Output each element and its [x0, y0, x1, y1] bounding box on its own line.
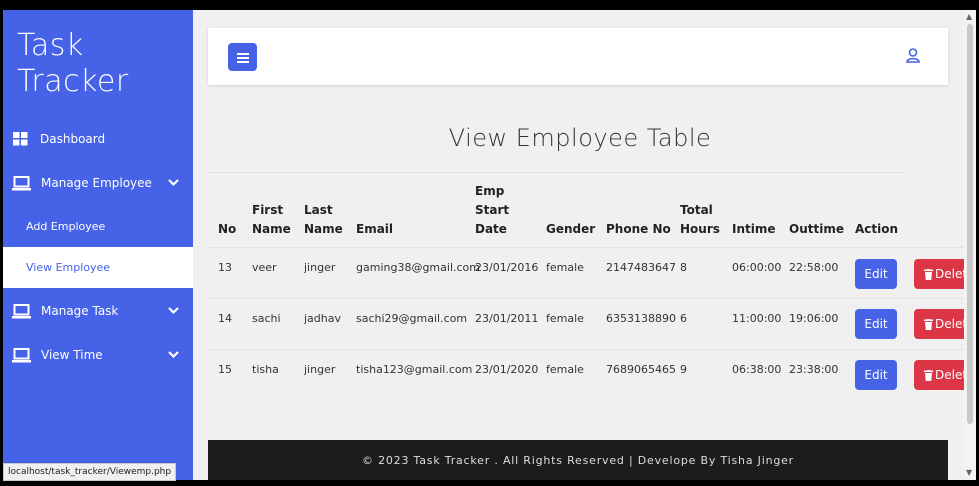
col-no-header: No: [218, 222, 237, 236]
cell-first-name: veer: [252, 261, 277, 274]
cell-intime: 11:00:00: [732, 312, 782, 325]
chevron-down-icon: [168, 177, 179, 190]
cell-outtime: 23:38:00: [789, 363, 839, 376]
cell-outtime: 22:58:00: [789, 261, 839, 274]
cell-phone: 6353138890: [606, 312, 676, 325]
trash-icon: [924, 318, 933, 330]
laptop-icon: [12, 175, 31, 190]
browser-viewport: Task Tracker Dashboard Manage Employee A…: [3, 10, 967, 480]
chevron-down-icon: [168, 349, 179, 362]
delete-button[interactable]: Delet: [914, 259, 967, 289]
row-divider: [208, 298, 967, 299]
status-bar-url: localhost/task_tracker/Viewemp.php: [3, 463, 177, 481]
cell-total-hours: 9: [680, 363, 687, 376]
cell-gender: female: [546, 363, 584, 376]
page-title: View Employee Table: [448, 124, 712, 152]
cell-last-name: jinger: [304, 363, 336, 376]
col-outtime-header: Outtime: [789, 222, 844, 236]
cell-first-name: tisha: [252, 363, 279, 376]
cell-outtime: 19:06:00: [789, 312, 839, 325]
sidebar-subitem-view-employee[interactable]: View Employee: [3, 247, 193, 288]
col-emp-start-date-header-line3: Date: [475, 222, 507, 236]
col-first-name-header-line2: Name: [252, 222, 291, 236]
cell-no: 14: [218, 312, 232, 325]
sidebar-item-label: View Time: [41, 348, 103, 362]
cell-email: gaming38@gmail.com: [356, 261, 480, 274]
chevron-down-icon: [168, 305, 179, 318]
cell-gender: female: [546, 312, 584, 325]
row-divider: [208, 349, 967, 350]
laptop-icon: [12, 347, 31, 362]
sidebar-item-label: Manage Task: [41, 304, 119, 318]
vertical-scrollbar[interactable]: ▲ ▼: [964, 10, 976, 480]
col-email-header: Email: [356, 222, 394, 236]
col-last-name-header-line1: Last: [304, 203, 333, 217]
delete-button[interactable]: Delet: [914, 360, 967, 390]
cell-no: 15: [218, 363, 232, 376]
brand-line-1: Task: [17, 28, 84, 63]
sidebar-item-label: Dashboard: [40, 132, 106, 146]
cell-intime: 06:38:00: [732, 363, 782, 376]
cell-last-name: jadhav: [304, 312, 342, 325]
col-intime-header: Intime: [732, 222, 776, 236]
scroll-down-arrow-icon[interactable]: ▼: [966, 468, 972, 477]
cell-total-hours: 8: [680, 261, 687, 274]
brand-logo[interactable]: Task Tracker: [17, 28, 129, 100]
sidebar-item-manage-employee[interactable]: Manage Employee: [3, 173, 193, 193]
user-icon[interactable]: [906, 48, 920, 67]
footer: © 2023 Task Tracker . All Rights Reserve…: [208, 440, 948, 480]
delete-button[interactable]: Delet: [914, 309, 967, 339]
hamburger-icon: [236, 48, 249, 67]
trash-icon: [924, 369, 933, 381]
col-first-name-header-line1: First: [252, 203, 284, 217]
sidebar: Task Tracker Dashboard Manage Employee A…: [3, 10, 193, 480]
main-content: View Employee Table No First Name Last N…: [193, 10, 967, 480]
divider: [208, 172, 905, 173]
cell-gender: female: [546, 261, 584, 274]
edit-button[interactable]: Edit: [855, 309, 897, 339]
grid-icon: [12, 132, 28, 146]
col-gender-header: Gender: [546, 222, 596, 236]
col-phone-header: Phone No: [606, 222, 671, 236]
sidebar-item-label: Manage Employee: [41, 176, 152, 190]
cell-last-name: jinger: [304, 261, 336, 274]
sidebar-item-view-time[interactable]: View Time: [3, 345, 193, 365]
col-action-header: Action: [855, 222, 899, 236]
cell-phone: 2147483647: [606, 261, 676, 274]
top-navbar: [208, 28, 948, 85]
sidebar-subitem-label: View Employee: [26, 261, 111, 274]
delete-label: Delet: [935, 368, 967, 382]
brand-line-2: Tracker: [17, 64, 129, 99]
sidebar-subitem-add-employee[interactable]: Add Employee: [3, 216, 193, 236]
cell-start-date: 23/01/2020: [475, 363, 539, 376]
cell-intime: 06:00:00: [732, 261, 782, 274]
delete-label: Delet: [935, 317, 967, 331]
cell-email: tisha123@gmail.com: [356, 363, 473, 376]
cell-first-name: sachi: [252, 312, 281, 325]
col-total-hours-header-line1: Total: [680, 203, 713, 217]
col-emp-start-date-header-line2: Start: [475, 203, 510, 217]
cell-start-date: 23/01/2016: [475, 261, 539, 274]
delete-label: Delet: [935, 267, 967, 281]
cell-phone: 7689065465: [606, 363, 676, 376]
cell-start-date: 23/01/2011: [475, 312, 539, 325]
cell-email: sachi29@gmail.com: [356, 312, 468, 325]
sidebar-item-manage-task[interactable]: Manage Task: [3, 301, 193, 321]
cell-total-hours: 6: [680, 312, 687, 325]
col-total-hours-header-line2: Hours: [680, 222, 720, 236]
laptop-icon: [12, 303, 31, 318]
scroll-up-arrow-icon[interactable]: ▲: [966, 12, 972, 21]
sidebar-item-dashboard[interactable]: Dashboard: [3, 129, 193, 149]
row-divider: [208, 247, 967, 248]
sidebar-toggle-button[interactable]: [228, 43, 257, 71]
col-last-name-header-line2: Name: [304, 222, 343, 236]
cell-no: 13: [218, 261, 232, 274]
sidebar-subitem-label: Add Employee: [26, 219, 106, 233]
trash-icon: [924, 268, 933, 280]
scrollbar-thumb[interactable]: [967, 24, 973, 424]
col-emp-start-date-header-line1: Emp: [475, 184, 505, 198]
edit-button[interactable]: Edit: [855, 259, 897, 289]
edit-button[interactable]: Edit: [855, 360, 897, 390]
